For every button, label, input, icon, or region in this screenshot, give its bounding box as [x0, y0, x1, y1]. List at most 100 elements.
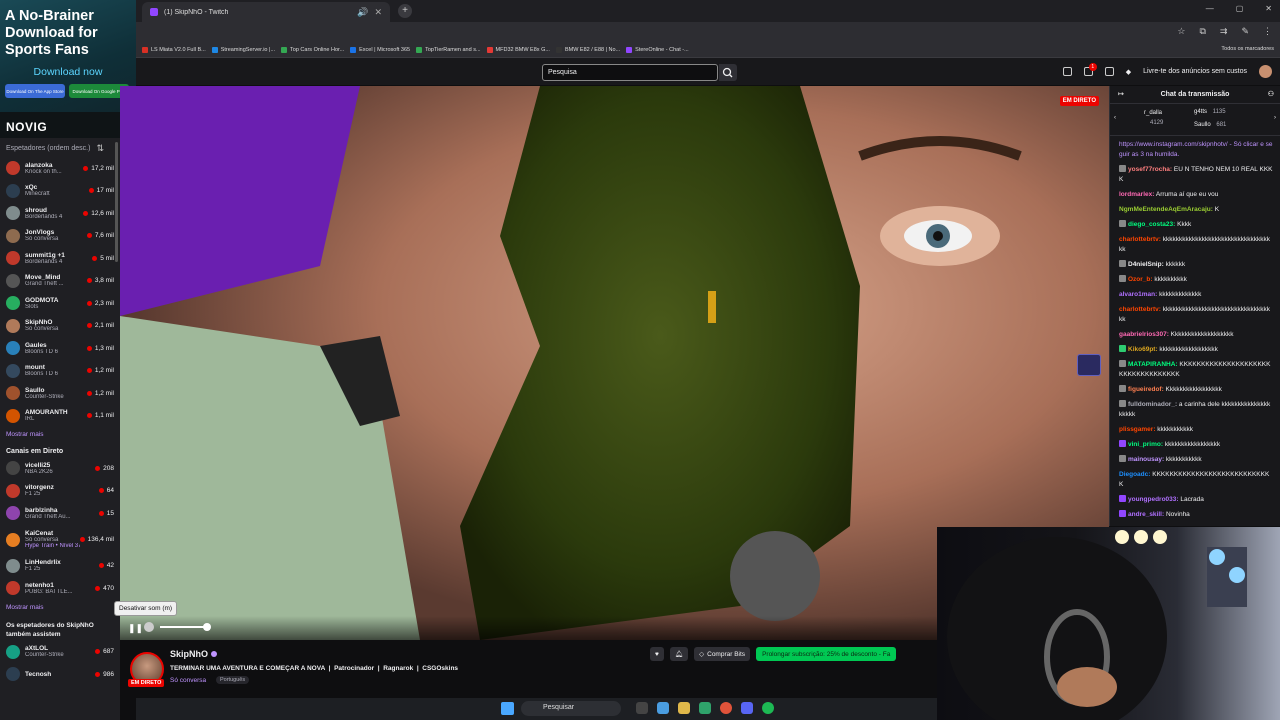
chat-username[interactable]: yosef77rocha: [1128, 166, 1172, 173]
maximize-icon[interactable]: ▢ [1236, 4, 1244, 13]
whispers-icon[interactable] [1104, 67, 1114, 76]
leaderboard-entry[interactable]: Saullo 681 [1194, 122, 1226, 128]
chat-username[interactable]: mainousay: [1128, 456, 1164, 463]
volume-slider-knob[interactable] [203, 623, 211, 631]
ad-banner[interactable]: A No-Brainer Download for Sports Fans Do… [0, 0, 136, 112]
buy-bits-button[interactable]: ◇ Comprar Bits [694, 647, 751, 661]
user-avatar[interactable] [1259, 65, 1272, 78]
spotify-icon[interactable] [762, 702, 774, 714]
chat-username[interactable]: charlottebrtv: [1119, 236, 1161, 243]
taskbar-search[interactable]: Pesquisar [521, 701, 621, 716]
bookmark-item[interactable]: TopTierRamen and s... [416, 46, 481, 53]
window-close-icon[interactable]: ✕ [1265, 4, 1272, 13]
chat-users-icon[interactable]: ⚇ [1268, 86, 1274, 104]
discord-icon[interactable] [741, 702, 753, 714]
chrome-icon[interactable] [720, 702, 732, 714]
bookmark-item[interactable]: MFD32 BMW E8x G... [486, 46, 550, 53]
volume-slider[interactable] [160, 626, 206, 628]
app-store-badge[interactable]: Download On The App Store [5, 84, 65, 98]
bookmark-item[interactable]: StreamingServer.io |... [211, 46, 275, 53]
chat-username[interactable]: diego_costa23: [1128, 221, 1175, 228]
chat-username[interactable]: vini_primo: [1128, 441, 1163, 448]
bookmark-item[interactable]: BMW E82 / E88 | No... [555, 46, 620, 53]
chat-username[interactable]: plissgamer: [1119, 426, 1156, 433]
sidebar-channel-item[interactable]: Saullo Counter-Strike 1,2 mil [0, 382, 120, 405]
chat-username[interactable]: gaabrielrios307: [1119, 331, 1169, 338]
show-more-followed[interactable]: Mostrar mais [0, 427, 120, 442]
channel-name[interactable]: SkipNhO [170, 649, 218, 659]
leaderboard-entry[interactable]: r_dalla [1144, 110, 1162, 116]
language-tag[interactable]: Português [216, 676, 250, 684]
bookmark-item[interactable]: LS Miata V2.0 Full B... [142, 46, 206, 53]
leaderboard-prev-icon[interactable]: ‹ [1114, 115, 1116, 121]
chat-username[interactable]: NgmMeEntendeAqEmAracaju: [1119, 206, 1213, 213]
sidebar-channel-item[interactable]: SkipNhO Só conversa 2,1 mil [0, 315, 120, 338]
stream-category[interactable]: Só conversa [170, 677, 206, 684]
bookmark-star-icon[interactable]: ☆ [1177, 26, 1185, 37]
sidebar-channel-item[interactable]: shroud Borderlands 4 12,6 mil [0, 202, 120, 225]
sidebar-channel-item[interactable]: alanzoka Knock on th... 17,2 mil [0, 157, 120, 180]
chat-username[interactable]: lordmarlex: [1119, 191, 1154, 198]
sort-icon[interactable]: ⇅ [96, 144, 104, 153]
search-button[interactable] [719, 64, 737, 81]
chat-username[interactable]: charlottebrtv: [1119, 306, 1161, 313]
chat-username[interactable]: Diegoadc: [1119, 471, 1150, 478]
inventory-icon[interactable] [1062, 67, 1072, 76]
sidebar-channel-item[interactable]: Gaules Bloons TD 6 1,3 mil [0, 337, 120, 360]
task-view-icon[interactable] [636, 702, 648, 714]
chat-username[interactable]: andre_skill: [1128, 511, 1164, 518]
all-bookmarks[interactable]: Todos os marcadores [1221, 46, 1274, 52]
sidebar-channel-item[interactable]: LinHendrlix F1 25 42 [0, 555, 120, 578]
notify-button[interactable]: 🔔︎ [669, 647, 689, 661]
windows-start-icon[interactable] [501, 702, 514, 715]
chat-username[interactable]: youngpedro033: [1128, 496, 1179, 503]
pause-icon[interactable]: ❚❚ [128, 623, 143, 634]
notifications-icon[interactable]: 1 [1083, 63, 1097, 76]
minimize-icon[interactable]: — [1206, 4, 1214, 13]
volume-icon[interactable] [144, 622, 154, 632]
ads-free-button[interactable]: Livre-te dos anúncios sem custos [1143, 68, 1247, 75]
follow-button[interactable]: ♥ [650, 647, 664, 661]
sidebar-channel-item[interactable]: JonVlogs Só conversa 7,6 mil [0, 225, 120, 248]
sidebar-channel-item[interactable]: mount Bloons TD 6 1,2 mil [0, 360, 120, 383]
sidebar-channel-item[interactable]: vitorgenz F1 25 64 [0, 480, 120, 503]
extension-button[interactable] [1077, 354, 1101, 376]
chat-username[interactable]: D4nielSnip: [1128, 261, 1164, 268]
search-input[interactable]: Pesquisa [542, 64, 718, 81]
sidebar-channel-item[interactable]: vicelli25 NBA 2K26 208 [0, 457, 120, 480]
extensions-icon[interactable]: ⧉ [1199, 26, 1205, 37]
leaderboard-next-icon[interactable]: › [1274, 115, 1276, 121]
sidebar-channel-item[interactable]: barblzinha Grand Theft Au... 15 [0, 502, 120, 525]
sidebar-channel-item[interactable]: Move_Mind Grand Theft ... 3,8 mil [0, 270, 120, 293]
browser-tab-twitch[interactable]: (1) SkipNhO - Twitch 🔊 ✕ [142, 2, 390, 22]
chat-username[interactable]: Kiko69pt: [1128, 346, 1158, 353]
subscribe-button[interactable]: Prolongar subscrição: 25% de desconto - … [756, 647, 897, 661]
chat-username[interactable]: MATAPIRANHA: [1128, 361, 1178, 368]
profile-icon[interactable]: ✎ [1241, 26, 1249, 37]
chat-username[interactable]: figueiredof: [1128, 386, 1164, 393]
sidebar-channel-item[interactable]: aXtLOL Counter-Strike 687 [0, 641, 120, 664]
show-more-live[interactable]: Mostrar mais [0, 600, 120, 615]
collapse-chat-icon[interactable]: ↦ [1118, 86, 1124, 104]
chat-username[interactable]: fulldominador_: [1128, 401, 1177, 408]
menu-icon[interactable]: ⋮ [1263, 26, 1272, 37]
ad-download-link[interactable]: Download now [5, 66, 131, 78]
leaderboard-entry[interactable]: g4tts 1135 [1194, 109, 1226, 115]
sidebar-channel-item[interactable]: summit1g +1 Borderlands 4 5 mil [0, 247, 120, 270]
bookmark-item[interactable]: Top Cars Online Hor... [281, 46, 344, 53]
new-tab-button[interactable]: + [398, 4, 412, 18]
tab-mute-icon[interactable]: 🔊 [357, 7, 368, 18]
widgets-icon[interactable] [657, 702, 669, 714]
scrollbar-thumb[interactable] [115, 142, 118, 262]
bookmark-item[interactable]: Excel | Microsoft 365 [350, 46, 410, 53]
sidebar-channel-item[interactable]: KaiCenat Só conversa Hype Train • Nível 37… [0, 525, 120, 555]
sidebar-channel-item[interactable]: netenho1 PUBG: BATTLE... 470 [0, 577, 120, 600]
sidebar-channel-item[interactable]: xQc Minecraft 17 mil [0, 180, 120, 203]
sidebar-channel-item[interactable]: AMOURANTH IRL 1,1 mil [0, 405, 120, 428]
tab-close-icon[interactable]: ✕ [374, 7, 382, 18]
store-icon[interactable] [699, 702, 711, 714]
chat-username[interactable]: Ozor_b: [1128, 276, 1153, 283]
bookmark-item[interactable]: StereOnline - Chat -... [626, 46, 689, 53]
chat-username[interactable]: alvaro1man: [1119, 291, 1157, 298]
sidebar-channel-item[interactable]: Tecnosh 986 [0, 663, 120, 686]
